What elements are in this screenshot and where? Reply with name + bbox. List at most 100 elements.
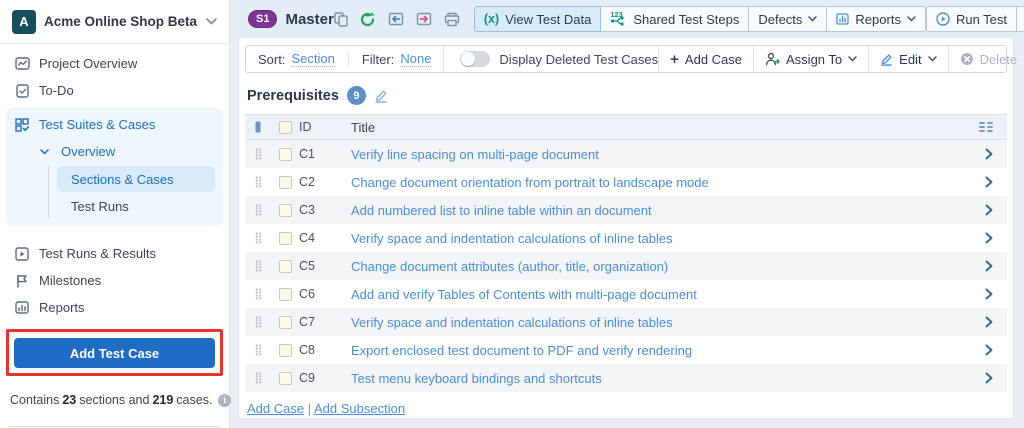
sidebar-item-test-suites[interactable]: Test Suites & Cases	[6, 111, 223, 138]
case-row[interactable]: C6 Add and verify Tables of Contents wit…	[245, 280, 1007, 308]
edit-suite-button[interactable]: Edit	[1016, 6, 1024, 32]
case-title-link[interactable]: Verify line spacing on multi-page docume…	[351, 147, 969, 162]
case-id: C8	[299, 343, 351, 357]
deleted-cases-toggle-zone: Display Deleted Test Cases	[460, 51, 658, 67]
sidebar-item-test-runs-results[interactable]: Test Runs & Results	[0, 240, 229, 267]
chevron-right-icon[interactable]	[969, 232, 1007, 244]
column-header-id[interactable]: ID	[299, 120, 351, 134]
case-row[interactable]: C3 Add numbered list to inline table wit…	[245, 196, 1007, 224]
case-title-link[interactable]: Verify space and indentation calculation…	[351, 231, 969, 246]
run-test-button[interactable]: Run Test	[926, 6, 1017, 32]
chevron-right-icon[interactable]	[969, 176, 1007, 188]
chevron-right-icon[interactable]	[969, 316, 1007, 328]
columns-settings-icon[interactable]	[969, 121, 1007, 133]
row-checkbox[interactable]	[279, 288, 292, 301]
row-checkbox[interactable]	[279, 344, 292, 357]
row-checkbox[interactable]	[279, 316, 292, 329]
sidebar-item-reports[interactable]: Reports	[0, 294, 229, 321]
drag-handle-icon[interactable]	[245, 232, 271, 244]
edit-dropdown[interactable]: Edit	[868, 46, 947, 72]
case-title-link[interactable]: Export enclosed test document to PDF and…	[351, 343, 969, 358]
import-icon[interactable]	[388, 12, 404, 26]
sort-value-link[interactable]: Section	[291, 51, 334, 67]
row-checkbox[interactable]	[279, 204, 292, 217]
print-icon[interactable]	[444, 12, 460, 27]
project-switcher[interactable]: A Acme Online Shop Beta	[0, 0, 229, 44]
display-deleted-toggle[interactable]	[460, 51, 490, 67]
cases-panel: Sort: Section Filter: None Display Delet…	[238, 38, 1014, 419]
sidebar-item-label: Milestones	[39, 273, 101, 288]
chevron-right-icon[interactable]	[969, 204, 1007, 216]
row-checkbox[interactable]	[279, 232, 292, 245]
assign-to-dropdown[interactable]: Assign To	[753, 46, 868, 72]
select-all-checkbox[interactable]	[279, 121, 292, 134]
edit-section-pencil-icon[interactable]	[374, 89, 388, 103]
button-label: Shared Test Steps	[633, 12, 739, 27]
case-title-link[interactable]: Verify space and indentation calculation…	[351, 315, 969, 330]
drag-handle-icon[interactable]	[245, 372, 271, 384]
case-row[interactable]: C8 Export enclosed test document to PDF …	[245, 336, 1007, 364]
case-row[interactable]: C7 Verify space and indentation calculat…	[245, 308, 1007, 336]
case-id: C1	[299, 147, 351, 161]
row-checkbox[interactable]	[279, 176, 292, 189]
suite-badge: S1	[248, 10, 277, 28]
row-checkbox[interactable]	[279, 372, 292, 385]
chevron-right-icon[interactable]	[969, 344, 1007, 356]
add-case-button[interactable]: + Add Case	[658, 46, 753, 72]
drag-handle-icon[interactable]	[245, 176, 271, 188]
sidebar-item-todo[interactable]: To-Do	[0, 77, 229, 104]
chevron-right-icon[interactable]	[969, 288, 1007, 300]
add-test-case-button[interactable]: Add Test Case	[14, 338, 215, 368]
sidebar-item-label: Project Overview	[39, 56, 137, 71]
chevron-right-icon[interactable]	[969, 372, 1007, 384]
case-row[interactable]: C2 Change document orientation from port…	[245, 168, 1007, 196]
reports-dropdown[interactable]: Reports	[826, 6, 926, 32]
sync-refresh-icon[interactable]	[360, 12, 376, 27]
case-row[interactable]: C1 Verify line spacing on multi-page doc…	[245, 140, 1007, 168]
sidebar-item-sections-cases[interactable]: Sections & Cases	[57, 166, 215, 192]
button-label: Reports	[855, 12, 901, 27]
drag-handle-icon[interactable]	[245, 204, 271, 216]
case-title-link[interactable]: Add and verify Tables of Contents with m…	[351, 287, 969, 302]
chevron-down-icon[interactable]	[206, 18, 217, 25]
copy-icon[interactable]	[334, 12, 348, 27]
case-title-link[interactable]: Test menu keyboard bindings and shortcut…	[351, 371, 969, 386]
sidebar-lower-nav: Test Runs & Results Milestones Reports	[0, 240, 229, 321]
sort-label: Sort:	[258, 52, 285, 67]
chevron-right-icon[interactable]	[969, 148, 1007, 160]
defects-dropdown[interactable]: Defects	[748, 6, 827, 32]
summary-text: cases.	[176, 393, 212, 407]
chevron-right-icon[interactable]	[969, 260, 1007, 272]
sidebar-item-test-runs[interactable]: Test Runs	[57, 193, 215, 219]
add-subsection-link[interactable]: Add Subsection	[314, 401, 405, 416]
drag-handle-icon[interactable]	[245, 344, 271, 356]
delete-button[interactable]: Delete	[948, 46, 1024, 72]
info-icon[interactable]: i	[218, 394, 231, 407]
test-suites-group: Test Suites & Cases Overview Sections & …	[6, 107, 223, 226]
case-title-link[interactable]: Change document attributes (author, titl…	[351, 259, 969, 274]
case-row[interactable]: C5 Change document attributes (author, t…	[245, 252, 1007, 280]
row-checkbox[interactable]	[279, 148, 292, 161]
sort-filter-box: Sort: Section Filter: None	[246, 46, 444, 72]
filter-value-link[interactable]: None	[400, 51, 431, 67]
suite-header-icons	[334, 12, 460, 27]
sidebar-item-project-overview[interactable]: Project Overview	[0, 50, 229, 77]
drag-handle-icon[interactable]	[245, 260, 271, 272]
case-title-link[interactable]: Add numbered list to inline table within…	[351, 203, 969, 218]
sidebar-item-milestones[interactable]: Milestones	[0, 267, 229, 294]
shared-test-steps-button[interactable]: 123 Shared Test Steps	[600, 6, 749, 32]
export-icon[interactable]	[416, 12, 432, 26]
drag-handle-icon[interactable]	[245, 148, 271, 160]
drag-handle-icon[interactable]	[245, 288, 271, 300]
case-title-link[interactable]: Change document orientation from portrai…	[351, 175, 969, 190]
play-circle-icon	[936, 12, 950, 26]
view-test-data-button[interactable]: (x) View Test Data	[474, 6, 602, 32]
drag-handle-icon[interactable]	[245, 316, 271, 328]
case-row[interactable]: C4 Verify space and indentation calculat…	[245, 224, 1007, 252]
row-checkbox[interactable]	[279, 260, 292, 273]
case-row[interactable]: C9 Test menu keyboard bindings and short…	[245, 364, 1007, 392]
add-case-link[interactable]: Add Case	[247, 401, 304, 416]
column-header-title[interactable]: Title	[351, 120, 969, 135]
shared-steps-icon: 123	[610, 11, 627, 27]
sidebar-item-overview[interactable]: Overview	[6, 138, 223, 165]
